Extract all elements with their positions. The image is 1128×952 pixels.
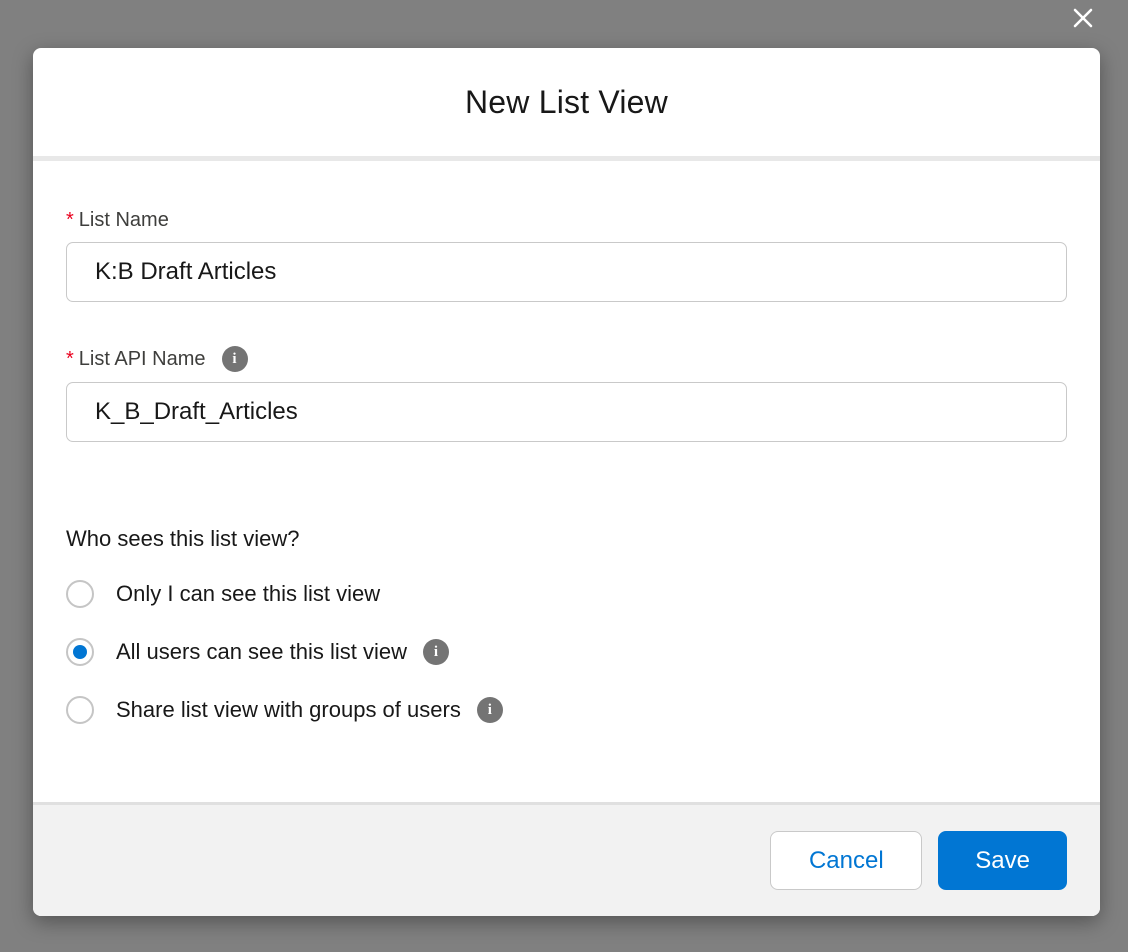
close-button[interactable] <box>1070 5 1096 31</box>
radio-option-share-with-groups[interactable]: Share list view with groups of users i <box>66 696 1067 724</box>
required-asterisk: * <box>66 348 74 371</box>
list-api-name-field-group: * List API Name i <box>66 346 1067 442</box>
info-icon[interactable]: i <box>423 639 449 665</box>
radio-button-icon[interactable] <box>66 638 94 666</box>
list-api-name-label: List API Name <box>79 348 206 371</box>
list-api-name-label-row: * List API Name i <box>66 346 1067 372</box>
list-name-input[interactable] <box>66 242 1067 302</box>
required-asterisk: * <box>66 209 74 232</box>
radio-option-label: Only I can see this list view <box>116 581 380 607</box>
radio-option-all-users[interactable]: All users can see this list view i <box>66 638 1067 666</box>
radio-button-icon[interactable] <box>66 580 94 608</box>
modal-body: * List Name * List API Name i Who sees t… <box>33 161 1100 802</box>
modal-header: New List View <box>33 48 1100 161</box>
info-icon[interactable]: i <box>222 346 248 372</box>
cancel-button[interactable]: Cancel <box>770 831 922 890</box>
list-api-name-input[interactable] <box>66 382 1067 442</box>
visibility-question: Who sees this list view? <box>66 526 1067 552</box>
radio-option-only-i-can-see[interactable]: Only I can see this list view <box>66 580 1067 608</box>
list-name-field-group: * List Name <box>66 209 1067 302</box>
visibility-section: Who sees this list view? Only I can see … <box>66 526 1067 724</box>
new-list-view-modal: New List View * List Name * List API Nam… <box>33 48 1100 916</box>
radio-option-label: Share list view with groups of users <box>116 697 461 723</box>
radio-option-label: All users can see this list view <box>116 639 407 665</box>
list-name-label: List Name <box>79 209 169 232</box>
x-close-icon <box>1071 6 1095 30</box>
modal-title: New List View <box>465 84 668 121</box>
save-button[interactable]: Save <box>938 831 1067 890</box>
modal-footer: Cancel Save <box>33 802 1100 916</box>
info-icon[interactable]: i <box>477 697 503 723</box>
list-name-label-row: * List Name <box>66 209 1067 232</box>
radio-button-icon[interactable] <box>66 696 94 724</box>
